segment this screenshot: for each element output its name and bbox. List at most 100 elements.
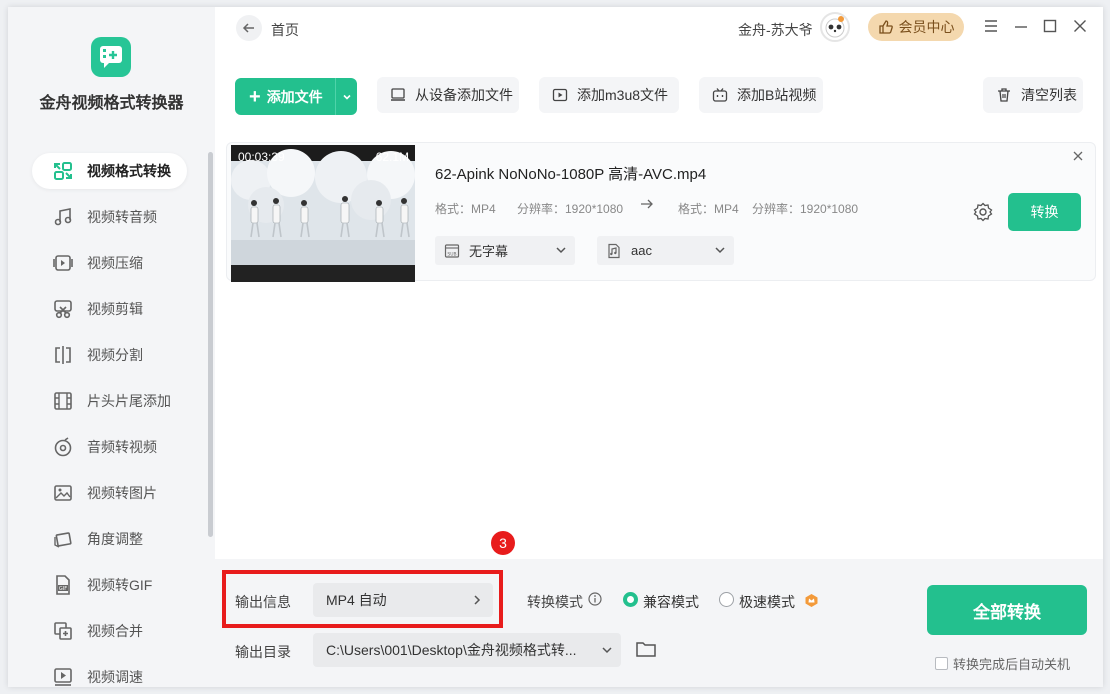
sidebar-item-label: 视频合并 (87, 623, 143, 639)
sidebar-scrollbar[interactable] (208, 152, 213, 537)
close-icon (1073, 151, 1083, 161)
sidebar-item-angle-adjust[interactable]: 角度调整 (32, 521, 187, 557)
sidebar-item-format-convert[interactable]: 视频格式转换 (32, 153, 187, 189)
sidebar-item-video-to-audio[interactable]: 视频转音频 (32, 199, 187, 235)
clear-list-label: 清空列表 (1021, 87, 1077, 103)
disc-icon (52, 436, 74, 458)
video-duration: 00:03:39 (238, 150, 285, 164)
checkbox-box[interactable] (935, 657, 948, 670)
highlight-annotation-box (222, 570, 503, 628)
auto-shutdown-label: 转换完成后自动关机 (953, 657, 1071, 672)
auto-shutdown-checkbox[interactable]: 转换完成后自动关机 (935, 654, 1070, 673)
audio-select[interactable]: aac (597, 236, 734, 265)
minimize-icon (1015, 26, 1027, 28)
sidebar-item-video-edit[interactable]: 视频剪辑 (32, 291, 187, 327)
chevron-down-icon (342, 94, 351, 100)
trash-icon (995, 86, 1013, 104)
maximize-icon (1043, 19, 1057, 33)
add-m3u8-button[interactable]: 添加m3u8文件 (539, 77, 679, 113)
target-resolution: 分辨率：1920*1080 (752, 202, 859, 216)
music-note-icon (52, 206, 74, 228)
thumbs-up-icon (878, 20, 893, 34)
add-from-device-label: 从设备添加文件 (415, 87, 513, 103)
sidebar-item-label: 视频分割 (87, 347, 143, 363)
sidebar-item-video-to-gif[interactable]: GIF 视频转GIF (32, 567, 187, 603)
merge-icon (52, 620, 74, 642)
remove-file-button[interactable] (1071, 149, 1085, 163)
image-icon (52, 482, 74, 504)
folder-icon (636, 642, 656, 657)
video-play-icon (551, 86, 569, 104)
step-number-badge: 3 (491, 531, 515, 555)
sidebar: 金舟视频格式转换器 视频格式转换 视频转音频 视频压缩 视频剪辑 视频分割 片头… (8, 7, 215, 687)
maximize-button[interactable] (1041, 17, 1059, 35)
add-file-button[interactable]: + 添加文件 (235, 78, 357, 115)
vip-crown-icon (804, 593, 820, 609)
convert-all-button[interactable]: 全部转换 (927, 585, 1087, 635)
sidebar-item-label: 音频转视频 (87, 439, 157, 455)
hamburger-icon (985, 20, 997, 32)
add-file-main[interactable]: + 添加文件 (235, 78, 335, 115)
chevron-down-icon (602, 647, 612, 654)
sidebar-item-video-to-image[interactable]: 视频转图片 (32, 475, 187, 511)
film-strip-icon (52, 390, 74, 412)
add-bilibili-button[interactable]: 添加B站视频 (699, 77, 823, 113)
file-name: 62-Apink NoNoNo-1080P 高清-AVC.mp4 (435, 166, 707, 183)
source-resolution: 分辨率：1920*1080 (517, 202, 624, 216)
add-from-device-button[interactable]: 从设备添加文件 (377, 77, 519, 113)
menu-button[interactable] (982, 17, 1000, 35)
vip-center-button[interactable]: 会员中心 (868, 13, 964, 41)
audio-value: aac (631, 243, 652, 258)
sidebar-item-video-compress[interactable]: 视频压缩 (32, 245, 187, 281)
svg-text:GIF: GIF (59, 586, 67, 592)
radio-fast-mode[interactable] (719, 592, 734, 607)
audio-track-icon (605, 242, 623, 260)
info-button[interactable] (588, 592, 604, 608)
subtitle-select[interactable]: SUB 无字幕 (435, 236, 575, 265)
sidebar-item-label: 角度调整 (87, 531, 143, 547)
fast-mode-label[interactable]: 极速模式 (739, 592, 795, 612)
output-dir-label: 输出目录 (235, 644, 291, 660)
sidebar-item-video-speed[interactable]: 视频调速 (32, 659, 187, 694)
source-format: 格式：MP4 (435, 202, 496, 216)
radio-compatible-mode[interactable] (623, 592, 638, 607)
open-folder-button[interactable] (635, 639, 659, 661)
minimize-button[interactable] (1012, 17, 1030, 35)
add-file-dropdown[interactable] (336, 78, 357, 115)
arrow-left-icon (242, 23, 254, 33)
chevron-down-icon (556, 247, 566, 254)
gear-icon (973, 202, 993, 222)
clear-list-button[interactable]: 清空列表 (983, 77, 1083, 113)
plus-icon: + (249, 85, 261, 108)
convert-mode-label: 转换模式 (527, 594, 583, 610)
output-dir-select[interactable]: C:\Users\001\Desktop\金舟视频格式转... (313, 633, 621, 667)
compatible-mode-label[interactable]: 兼容模式 (643, 592, 699, 612)
close-button[interactable] (1071, 17, 1089, 35)
app-window: 金舟视频格式转换器 视频格式转换 视频转音频 视频压缩 视频剪辑 视频分割 片头… (8, 7, 1103, 687)
add-bilibili-label: 添加B站视频 (737, 87, 817, 103)
compress-icon (52, 252, 74, 274)
sidebar-item-video-merge[interactable]: 视频合并 (32, 613, 187, 649)
video-thumbnail[interactable]: 00:03:39 62.1M (231, 145, 415, 282)
app-logo-icon (91, 37, 131, 77)
sidebar-item-video-split[interactable]: 视频分割 (32, 337, 187, 373)
sidebar-item-audio-to-video[interactable]: 音频转视频 (32, 429, 187, 465)
sidebar-item-label: 视频调速 (87, 669, 143, 685)
sidebar-item-label: 视频格式转换 (87, 163, 171, 179)
info-icon (588, 592, 602, 606)
arrow-right-icon (640, 198, 654, 213)
app-title: 金舟视频格式转换器 (39, 95, 184, 112)
sidebar-item-label: 视频转图片 (87, 485, 157, 501)
bilibili-tv-icon (711, 86, 729, 104)
settings-button[interactable] (972, 201, 994, 223)
sidebar-item-label: 视频转音频 (87, 209, 157, 225)
sidebar-item-label: 视频转GIF (87, 577, 153, 593)
sidebar-item-intro-outro[interactable]: 片头片尾添加 (32, 383, 187, 419)
chevron-down-icon (715, 247, 725, 254)
avatar[interactable] (820, 12, 850, 42)
output-dir-value: C:\Users\001\Desktop\金舟视频格式转... (326, 642, 577, 658)
add-file-label: 添加文件 (266, 88, 323, 105)
convert-button[interactable]: 转换 (1008, 193, 1081, 231)
breadcrumb[interactable]: 首页 (271, 20, 299, 40)
back-button[interactable] (236, 15, 262, 41)
